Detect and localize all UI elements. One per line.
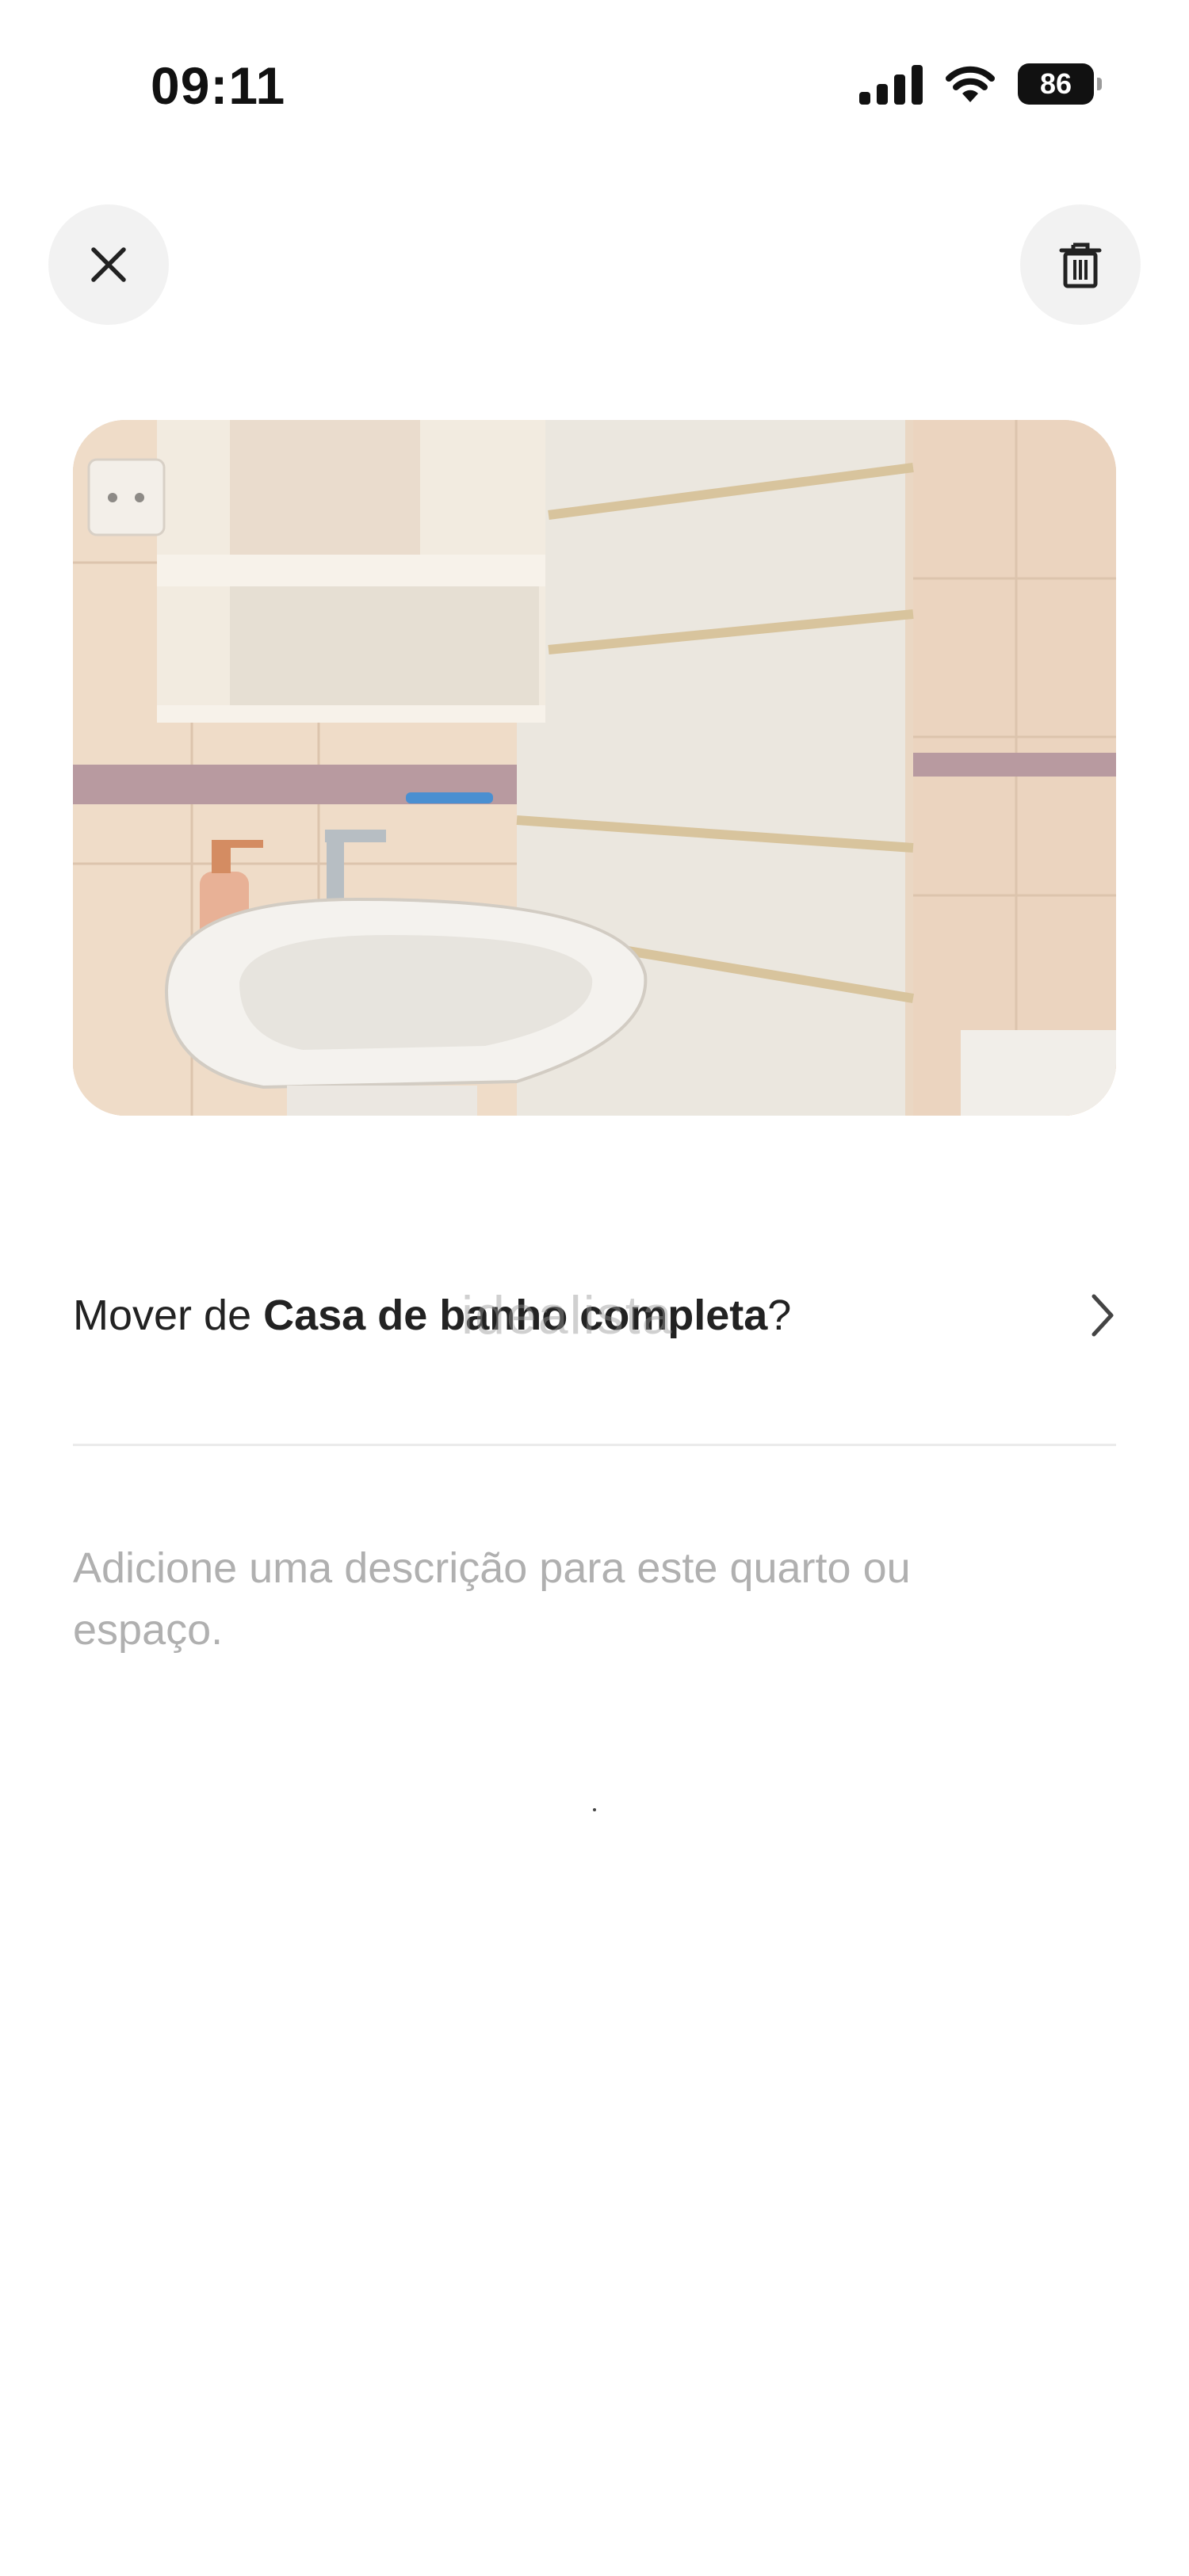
battery-icon: 86 xyxy=(1018,63,1102,105)
delete-button[interactable] xyxy=(1020,204,1141,325)
move-room-row[interactable]: Mover de Casa de banho completa? idealis… xyxy=(73,1268,1116,1363)
cellular-signal-icon xyxy=(859,63,923,105)
status-time: 09:11 xyxy=(151,56,286,115)
description-field[interactable]: Adicione uma descrição para este quarto … xyxy=(73,1537,1064,1661)
close-icon xyxy=(91,247,126,282)
move-room-prefix: Mover de xyxy=(73,1292,264,1339)
wifi-icon xyxy=(945,64,996,104)
battery-level: 86 xyxy=(1039,67,1072,100)
watermark-text: idealista xyxy=(461,1285,674,1345)
move-room-text: Mover de Casa de banho completa? idealis… xyxy=(73,1285,792,1345)
trash-icon xyxy=(1059,242,1102,288)
move-room-suffix: ? xyxy=(767,1292,792,1339)
stray-dot xyxy=(593,1808,596,1811)
status-bar: 09:11 86 xyxy=(0,0,1189,174)
status-icons: 86 xyxy=(859,63,1102,105)
divider xyxy=(73,1444,1116,1446)
chevron-right-icon xyxy=(1092,1294,1114,1337)
room-photo[interactable] xyxy=(73,420,1116,1116)
close-button[interactable] xyxy=(48,204,169,325)
